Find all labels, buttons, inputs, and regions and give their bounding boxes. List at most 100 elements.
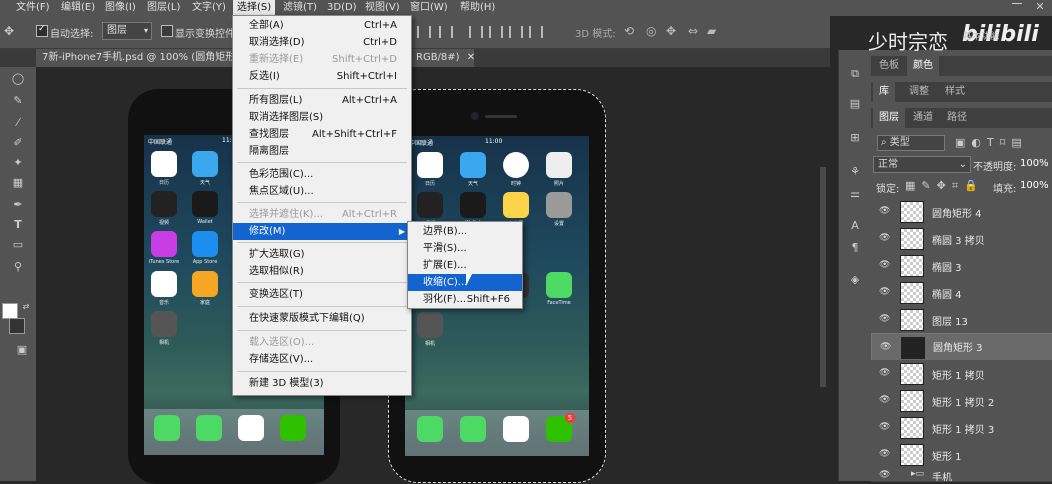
menu-item-color-range[interactable]: 色彩范围(C)... <box>233 166 411 183</box>
gradient-tool-icon[interactable]: ▦ <box>10 175 26 191</box>
menu-item-select-and-mask[interactable]: 选择并遮住(K)... Alt+Ctrl+R <box>233 206 411 223</box>
eye-icon[interactable]: 👁 <box>879 368 891 378</box>
3d-pan-icon[interactable]: ✥ <box>666 24 676 38</box>
menu-layer[interactable]: 图层(L) <box>143 0 184 16</box>
tab-swatches[interactable]: 色板 <box>873 56 905 76</box>
document-tab[interactable]: 7新-iPhone7手机.psd @ 100% (圆角矩形 3 <box>36 49 248 67</box>
brush-tool-icon[interactable]: ✐ <box>10 135 26 151</box>
menu-item-select-all[interactable]: 全部(A) Ctrl+A <box>233 17 411 34</box>
eye-icon[interactable]: 👁 <box>879 470 891 480</box>
align-icon[interactable] <box>509 26 523 38</box>
blend-mode-dropdown[interactable]: 正常 ⌄ <box>873 156 971 173</box>
menu-item-isolate-layers[interactable]: 隔离图层 <box>233 143 411 160</box>
menu-view[interactable]: 视图(V) <box>361 0 404 16</box>
layer-row[interactable]: 👁 矩形 1 <box>871 441 1052 469</box>
pen-tool-icon[interactable]: ✒ <box>10 197 26 213</box>
type-tool-icon[interactable]: T <box>10 217 26 233</box>
show-transform-checkbox[interactable] <box>161 25 173 37</box>
vertical-scrollbar[interactable] <box>820 167 826 387</box>
menu-item-transform-selection[interactable]: 变换选区(T) <box>233 286 411 303</box>
menu-window[interactable]: 窗口(W) <box>406 0 452 16</box>
menu-item-grow[interactable]: 扩大选取(G) <box>233 246 411 263</box>
layer-row[interactable]: 👁 图层 13 <box>871 306 1052 334</box>
marquee-tool-icon[interactable]: ◯ <box>10 71 26 87</box>
menu-item-new-3d-model[interactable]: 新建 3D 模型(3) <box>233 375 411 392</box>
menu-type[interactable]: 文字(Y) <box>188 0 230 16</box>
tab-channels[interactable]: 通道 <box>907 108 939 128</box>
eyedropper-tool-icon[interactable]: ⁄ <box>10 115 26 131</box>
layer-row[interactable]: 👁 椭圆 4 <box>871 279 1052 307</box>
eye-icon[interactable]: 👁 <box>879 260 891 270</box>
layer-row[interactable]: 👁 圆角矩形 4 <box>871 198 1052 226</box>
eye-icon[interactable]: 👁 <box>879 422 891 432</box>
align-icon[interactable] <box>469 26 483 38</box>
layer-row[interactable]: 👁 椭圆 3 <box>871 252 1052 280</box>
submenu-item-border[interactable]: 边界(B)... <box>408 223 522 240</box>
menu-help[interactable]: 帮助(H) <box>456 0 499 16</box>
tab-adjustments[interactable]: 调整 <box>903 82 935 102</box>
tab-libraries[interactable]: 库 <box>873 82 895 102</box>
eye-icon[interactable]: 👁 <box>880 342 892 352</box>
glyphs-icon[interactable]: ◈ <box>847 272 863 288</box>
document-tab-suffix[interactable]: RGB/8#) ✕ <box>410 49 475 67</box>
menu-item-focus-area[interactable]: 焦点区域(U)... <box>233 183 411 200</box>
zoom-tool-icon[interactable]: ⚲ <box>10 259 26 275</box>
align-icon[interactable] <box>439 26 453 38</box>
3d-scale-icon[interactable]: ▰ <box>707 24 716 38</box>
submenu-item-feather[interactable]: 羽化(F)... Shift+F6 <box>408 291 522 308</box>
layer-row[interactable]: 👁 矩形 1 拷贝 <box>871 360 1052 388</box>
layer-row[interactable]: 👁 矩形 1 拷贝 3 <box>871 414 1052 442</box>
rectangle-tool-icon[interactable]: ▭ <box>10 237 26 253</box>
swap-colors-icon[interactable]: ⇄ <box>18 299 34 315</box>
quick-select-tool-icon[interactable]: ✎ <box>10 93 26 109</box>
menu-item-all-layers[interactable]: 所有图层(L) Alt+Ctrl+A <box>233 92 411 109</box>
tab-layers[interactable]: 图层 <box>873 108 905 128</box>
align-icon[interactable] <box>529 26 543 38</box>
align-icon[interactable] <box>417 26 431 38</box>
layer-row[interactable]: 👁 椭圆 3 拷贝 <box>871 225 1052 253</box>
auto-select-checkbox[interactable] <box>36 24 48 37</box>
3d-roll-icon[interactable]: ◎ <box>646 24 656 38</box>
character-icon[interactable]: A <box>847 218 863 234</box>
history-icon[interactable]: ⧉ <box>847 66 863 82</box>
layer-row[interactable]: 👁 矩形 1 拷贝 2 <box>871 387 1052 415</box>
fill-value[interactable]: 100% <box>1020 180 1049 191</box>
menu-item-deselect-layers[interactable]: 取消选择图层(S) <box>233 109 411 126</box>
eye-icon[interactable]: 👁 <box>879 206 891 216</box>
eye-icon[interactable]: 👁 <box>879 233 891 243</box>
auto-select-dropdown[interactable]: 图层 ▾ <box>102 22 152 40</box>
brush-settings-icon[interactable]: ⚘ <box>847 164 863 180</box>
menu-select[interactable]: 选择(S) <box>233 0 276 16</box>
background-color-swatch[interactable] <box>9 318 25 334</box>
menu-item-quick-mask[interactable]: 在快速蒙版模式下编辑(Q) <box>233 310 411 327</box>
submenu-item-expand[interactable]: 扩展(E)... <box>408 257 522 274</box>
eye-icon[interactable]: 👁 <box>879 395 891 405</box>
submenu-item-contract[interactable]: 收缩(C)... <box>408 274 522 291</box>
adjust-icon[interactable]: ⚌ <box>847 186 863 202</box>
lock-icons[interactable]: ▦✎✥⌗🔒 <box>905 179 984 193</box>
menu-item-inverse[interactable]: 反选(I) Shift+Ctrl+I <box>233 68 411 85</box>
stamp-tool-icon[interactable]: ✦ <box>10 155 26 171</box>
3d-slide-icon[interactable]: ⇔ <box>688 24 698 38</box>
foreground-color-swatch[interactable] <box>2 303 18 319</box>
menu-item-similar[interactable]: 选取相似(R) <box>233 263 411 280</box>
menu-file[interactable]: 文件(F) <box>12 0 54 16</box>
align-icon[interactable] <box>489 26 503 38</box>
menu-item-load-selection[interactable]: 载入选区(O)... <box>233 334 411 351</box>
screen-mode-icon[interactable]: ▣ <box>14 342 30 358</box>
tab-paths[interactable]: 路径 <box>941 108 973 128</box>
tab-styles[interactable]: 样式 <box>939 82 971 102</box>
workspace-label[interactable]: 基本功能 <box>963 29 999 42</box>
opacity-value[interactable]: 100% <box>1020 158 1049 169</box>
eye-icon[interactable]: 👁 <box>879 314 891 324</box>
submenu-item-smooth[interactable]: 平滑(S)... <box>408 240 522 257</box>
menu-item-find-layers[interactable]: 查找图层 Alt+Shift+Ctrl+F <box>233 126 411 143</box>
tab-color[interactable]: 颜色 <box>907 56 939 76</box>
layer-row-selected[interactable]: 👁 圆角矩形 3 <box>871 333 1052 362</box>
tab-close-icon[interactable]: ✕ <box>467 52 475 63</box>
menu-item-deselect[interactable]: 取消选择(D) Ctrl+D <box>233 34 411 51</box>
layer-filter-icons[interactable]: ▣◐T⌑▤ <box>955 136 1028 149</box>
menu-filter[interactable]: 滤镜(T) <box>279 0 321 16</box>
eye-icon[interactable]: 👁 <box>879 287 891 297</box>
minimize-icon[interactable] <box>1012 3 1022 4</box>
